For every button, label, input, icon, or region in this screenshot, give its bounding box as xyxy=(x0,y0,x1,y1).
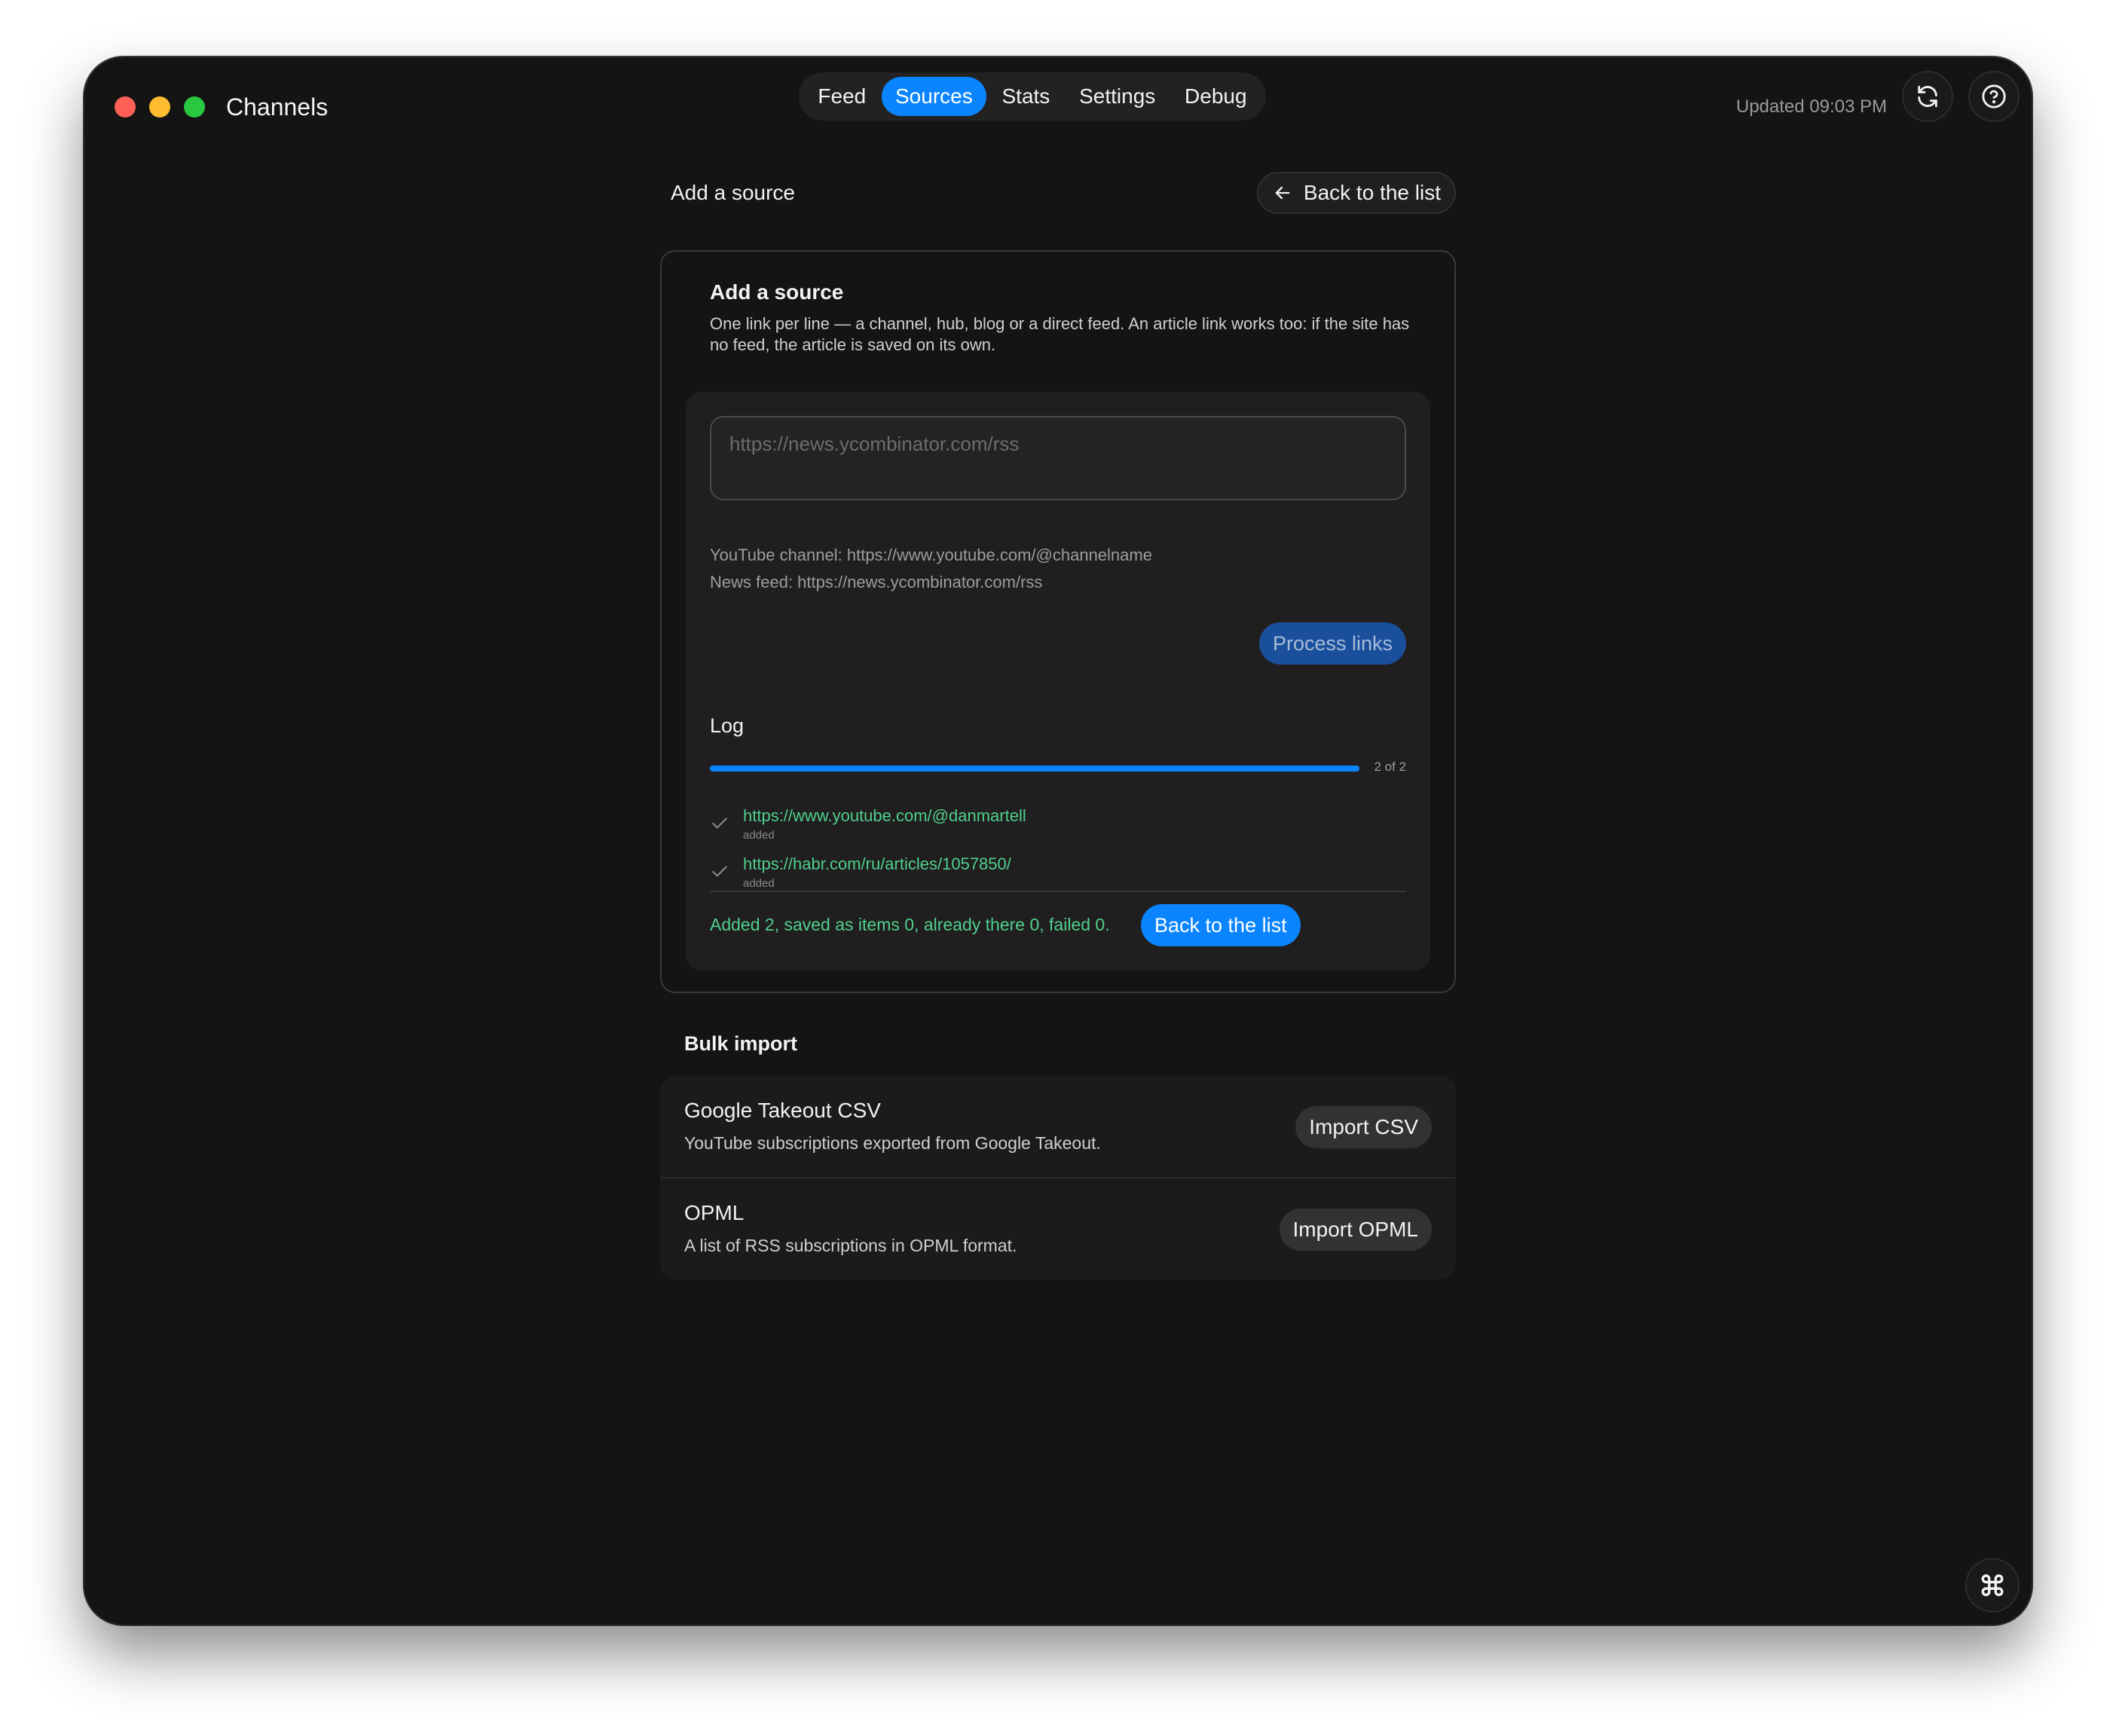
bulk-import-list: Google Takeout CSV YouTube subscriptions… xyxy=(660,1076,1456,1279)
back-to-list-button[interactable]: Back to the list xyxy=(1256,172,1456,214)
bulk-import-item-opml: OPML A list of RSS subscriptions in OPML… xyxy=(660,1177,1456,1279)
page-header: Add a source Back to the list xyxy=(660,172,1456,214)
log-divider xyxy=(710,891,1406,892)
log-entry-url[interactable]: https://www.youtube.com/@danmartell xyxy=(743,806,1026,826)
bulk-import-name: OPML xyxy=(684,1201,745,1224)
minimize-window-button[interactable] xyxy=(149,96,170,118)
app-window: Channels Feed Sources Stats Settings Deb… xyxy=(84,57,2032,1624)
command-icon xyxy=(1981,1574,2004,1597)
bulk-import-title: Bulk import xyxy=(684,1032,798,1055)
add-source-card: Add a source One link per line — a chann… xyxy=(660,250,1456,993)
log-entry-status: added xyxy=(743,877,775,890)
back-to-list-label: Back to the list xyxy=(1303,181,1441,204)
log-entry-status: added xyxy=(743,829,775,842)
log-progress-text: 2 of 2 xyxy=(1374,760,1406,774)
example-youtube: YouTube channel: https://www.youtube.com… xyxy=(710,546,1152,564)
zoom-window-button[interactable] xyxy=(184,96,205,118)
example-news-feed: News feed: https://news.ycombinator.com/… xyxy=(710,573,1043,591)
bulk-import-description: YouTube subscriptions exported from Goog… xyxy=(684,1133,1101,1153)
tab-sources[interactable]: Sources xyxy=(882,77,986,116)
arrow-left-icon xyxy=(1275,186,1290,200)
links-input[interactable] xyxy=(710,416,1406,500)
window-controls xyxy=(115,96,205,118)
tab-settings[interactable]: Settings xyxy=(1066,77,1169,116)
log-progress-fill xyxy=(710,766,1359,772)
check-icon xyxy=(712,866,727,877)
tab-debug[interactable]: Debug xyxy=(1171,77,1261,116)
page-title: Add a source xyxy=(671,181,795,204)
help-button[interactable] xyxy=(1968,71,2020,122)
tab-feed[interactable]: Feed xyxy=(804,77,879,116)
add-source-panel: YouTube channel: https://www.youtube.com… xyxy=(686,392,1430,970)
help-icon xyxy=(1982,84,2006,108)
bulk-import-item-csv: Google Takeout CSV YouTube subscriptions… xyxy=(660,1076,1456,1177)
updated-time: Updated 09:03 PM xyxy=(1735,96,1887,117)
check-icon xyxy=(712,818,727,829)
import-csv-button[interactable]: Import CSV xyxy=(1295,1106,1432,1148)
refresh-icon xyxy=(1918,85,1937,108)
app-title: Channels xyxy=(226,93,329,121)
tab-stats[interactable]: Stats xyxy=(989,77,1064,116)
close-window-button[interactable] xyxy=(115,96,136,118)
refresh-button[interactable] xyxy=(1902,71,1953,122)
command-button[interactable] xyxy=(1965,1558,2020,1612)
back-to-list-button-bottom[interactable]: Back to the list xyxy=(1141,904,1301,946)
add-source-description: One link per line — a channel, hub, blog… xyxy=(710,314,1410,354)
main-nav: Feed Sources Stats Settings Debug xyxy=(799,72,1266,121)
log-progress-bar xyxy=(710,766,1359,772)
log-entry: https://habr.com/ru/articles/1057850/ ad… xyxy=(710,854,1388,900)
log-summary: Added 2, saved as items 0, already there… xyxy=(710,915,1110,934)
log-title: Log xyxy=(710,714,745,737)
log-entry-url[interactable]: https://habr.com/ru/articles/1057850/ xyxy=(743,854,1011,874)
bulk-import-name: Google Takeout CSV xyxy=(684,1099,881,1122)
import-opml-button[interactable]: Import OPML xyxy=(1279,1209,1432,1251)
log-entry: https://www.youtube.com/@danmartell adde… xyxy=(710,806,1388,851)
process-links-button[interactable]: Process links xyxy=(1258,622,1406,665)
add-source-title: Add a source xyxy=(710,280,844,304)
bulk-import-description: A list of RSS subscriptions in OPML form… xyxy=(684,1236,1017,1255)
